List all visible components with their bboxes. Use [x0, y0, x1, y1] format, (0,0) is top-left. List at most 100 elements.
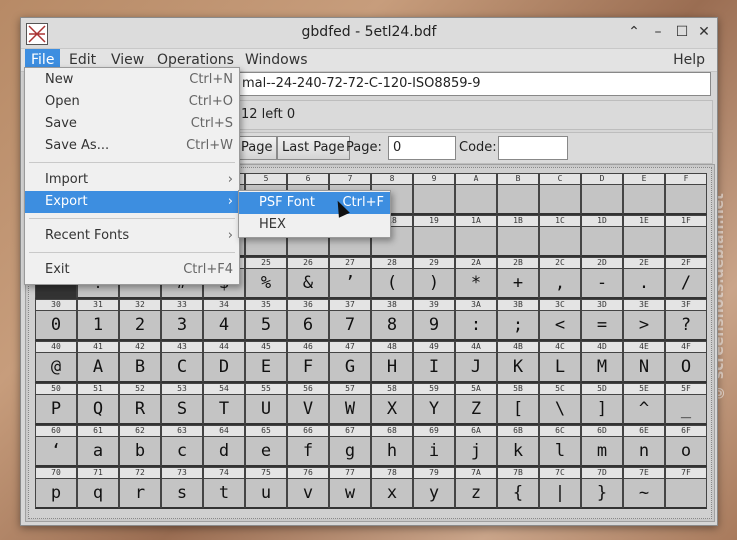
glyph-cell[interactable]: 43 C: [161, 341, 203, 383]
glyph-cell[interactable]: 5B[: [497, 383, 539, 425]
glyph-cell[interactable]: 2C,: [539, 257, 581, 299]
glyph-cell[interactable]: 32 2: [119, 299, 161, 341]
glyph-cell[interactable]: F: [665, 173, 707, 215]
glyph-cell[interactable]: 52 R: [119, 383, 161, 425]
glyph-cell[interactable]: 3B;: [497, 299, 539, 341]
glyph-cell[interactable]: 1B: [497, 215, 539, 257]
glyph-cell[interactable]: 2F /: [665, 257, 707, 299]
glyph-cell[interactable]: 2E.: [623, 257, 665, 299]
glyph-cell[interactable]: 54 T: [203, 383, 245, 425]
glyph-cell[interactable]: 4F O: [665, 341, 707, 383]
glyph-cell[interactable]: 1A: [455, 215, 497, 257]
glyph-cell[interactable]: 27’: [329, 257, 371, 299]
menu-item-exit[interactable]: Exit Ctrl+F4: [25, 259, 239, 281]
menu-help[interactable]: Help: [667, 49, 711, 71]
page-button[interactable]: Page: [236, 136, 278, 160]
menu-item-open[interactable]: Open Ctrl+O: [25, 91, 239, 113]
glyph-cell[interactable]: 9: [413, 173, 455, 215]
menu-item-recent-fonts[interactable]: Recent Fonts ›: [25, 225, 239, 247]
glyph-cell[interactable]: 49 I: [413, 341, 455, 383]
glyph-cell[interactable]: 4E N: [623, 341, 665, 383]
glyph-cell[interactable]: 67 g: [329, 425, 371, 467]
glyph-cell[interactable]: 4A J: [455, 341, 497, 383]
glyph-cell[interactable]: 3D =: [581, 299, 623, 341]
glyph-cell[interactable]: 58 X: [371, 383, 413, 425]
glyph-cell[interactable]: 63 c: [161, 425, 203, 467]
glyph-cell[interactable]: 6E n: [623, 425, 665, 467]
glyph-cell[interactable]: 37 7: [329, 299, 371, 341]
glyph-cell[interactable]: 47 G: [329, 341, 371, 383]
glyph-cell[interactable]: 26 &: [287, 257, 329, 299]
glyph-cell[interactable]: 6D m: [581, 425, 623, 467]
glyph-cell[interactable]: 78 x: [371, 467, 413, 509]
glyph-cell[interactable]: 4C L: [539, 341, 581, 383]
glyph-cell[interactable]: 35 5: [245, 299, 287, 341]
close-icon[interactable]: ✕: [695, 23, 713, 41]
glyph-cell[interactable]: 77 w: [329, 467, 371, 509]
glyph-cell[interactable]: 7F: [665, 467, 707, 509]
glyph-cell[interactable]: E: [623, 173, 665, 215]
glyph-cell[interactable]: 56 V: [287, 383, 329, 425]
glyph-cell[interactable]: 1F: [665, 215, 707, 257]
glyph-cell[interactable]: 3E >: [623, 299, 665, 341]
glyph-cell[interactable]: 7A z: [455, 467, 497, 509]
glyph-cell[interactable]: 2A *: [455, 257, 497, 299]
glyph-cell[interactable]: 25%: [245, 257, 287, 299]
glyph-cell[interactable]: 50 P: [35, 383, 77, 425]
glyph-cell[interactable]: 40 @: [35, 341, 77, 383]
glyph-cell[interactable]: 5E ^: [623, 383, 665, 425]
maximize-icon[interactable]: ☐: [673, 23, 691, 41]
glyph-cell[interactable]: 6B k: [497, 425, 539, 467]
glyph-cell[interactable]: 2D -: [581, 257, 623, 299]
font-name-field[interactable]: mal--24-240-72-72-C-120-ISO8859-9: [235, 72, 711, 96]
glyph-cell[interactable]: 53 S: [161, 383, 203, 425]
glyph-cell[interactable]: 75 u: [245, 467, 287, 509]
glyph-cell[interactable]: 66 f: [287, 425, 329, 467]
glyph-cell[interactable]: 6A j: [455, 425, 497, 467]
glyph-cell[interactable]: 44 D: [203, 341, 245, 383]
glyph-cell[interactable]: 70 p: [35, 467, 77, 509]
submenu-item-hex[interactable]: HEX: [239, 214, 390, 236]
glyph-cell[interactable]: 73 s: [161, 467, 203, 509]
glyph-cell[interactable]: 60 ‘: [35, 425, 77, 467]
glyph-cell[interactable]: A: [455, 173, 497, 215]
page-input[interactable]: 0: [388, 136, 456, 160]
glyph-cell[interactable]: 59 Y: [413, 383, 455, 425]
code-input[interactable]: [498, 136, 568, 160]
glyph-cell[interactable]: 76 v: [287, 467, 329, 509]
glyph-cell[interactable]: 3C <: [539, 299, 581, 341]
glyph-cell[interactable]: C: [539, 173, 581, 215]
glyph-cell[interactable]: 4B K: [497, 341, 539, 383]
glyph-cell[interactable]: 69 i: [413, 425, 455, 467]
glyph-cell[interactable]: 28(: [371, 257, 413, 299]
glyph-cell[interactable]: 79 y: [413, 467, 455, 509]
glyph-cell[interactable]: 3F?: [665, 299, 707, 341]
glyph-cell[interactable]: 34 4: [203, 299, 245, 341]
glyph-cell[interactable]: 45 E: [245, 341, 287, 383]
glyph-cell[interactable]: 46 F: [287, 341, 329, 383]
glyph-cell[interactable]: 61 a: [77, 425, 119, 467]
glyph-cell[interactable]: B: [497, 173, 539, 215]
glyph-cell[interactable]: 7D}: [581, 467, 623, 509]
glyph-cell[interactable]: 1C: [539, 215, 581, 257]
glyph-cell[interactable]: D: [581, 173, 623, 215]
minimize-icon[interactable]: –: [649, 23, 667, 41]
glyph-cell[interactable]: 30 0: [35, 299, 77, 341]
shade-icon[interactable]: ⌃: [625, 23, 643, 41]
glyph-cell[interactable]: 2B +: [497, 257, 539, 299]
glyph-cell[interactable]: 6C l: [539, 425, 581, 467]
glyph-cell[interactable]: 57 W: [329, 383, 371, 425]
glyph-cell[interactable]: 1E: [623, 215, 665, 257]
glyph-cell[interactable]: 41 A: [77, 341, 119, 383]
glyph-cell[interactable]: 29): [413, 257, 455, 299]
glyph-cell[interactable]: 1D: [581, 215, 623, 257]
glyph-cell[interactable]: 65 e: [245, 425, 287, 467]
glyph-cell[interactable]: 62 b: [119, 425, 161, 467]
menu-item-save-as[interactable]: Save As... Ctrl+W: [25, 135, 239, 157]
menu-item-import[interactable]: Import ›: [25, 169, 239, 191]
glyph-cell[interactable]: 5F _: [665, 383, 707, 425]
glyph-cell[interactable]: 38 8: [371, 299, 413, 341]
glyph-cell[interactable]: 74 t: [203, 467, 245, 509]
glyph-cell[interactable]: 48 H: [371, 341, 413, 383]
menu-windows[interactable]: Windows: [239, 49, 314, 71]
